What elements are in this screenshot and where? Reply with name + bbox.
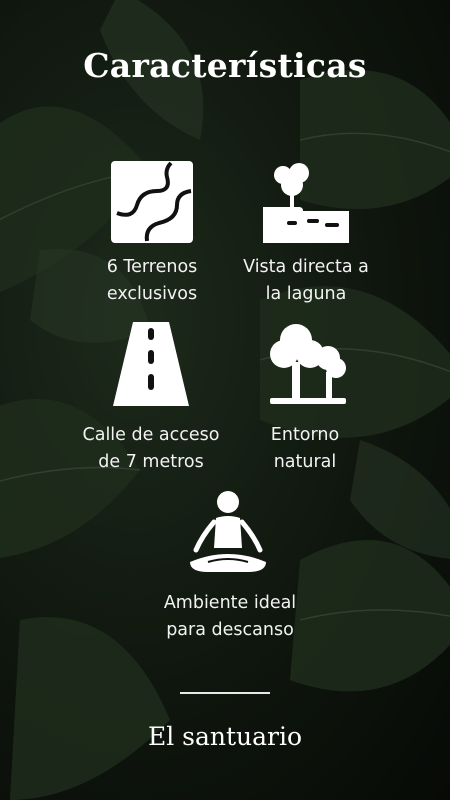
feature-label-entorno: Entorno natural: [270, 425, 340, 472]
meditation-icon: [190, 491, 266, 572]
feature-label-ambiente: Ambiente ideal para descanso: [163, 593, 297, 640]
divider: [180, 692, 270, 694]
jungle-leaves-background: [0, 0, 450, 800]
map-icon: [111, 161, 193, 243]
lagoon-view-icon: [263, 163, 349, 243]
feature-label-vista: Vista directa a la laguna: [243, 257, 369, 304]
trees-icon: [270, 324, 346, 404]
feature-label-calle: Calle de acceso de 7 metros: [82, 425, 220, 472]
road-icon: [113, 322, 189, 406]
feature-label-terrenos: 6 Terrenos exclusivos: [106, 257, 198, 304]
brand-logo: El santuario: [147, 722, 303, 751]
page-title: Características: [83, 46, 367, 85]
feature-poster: Características 6 Terrenos exclusivos Vi…: [0, 0, 450, 800]
